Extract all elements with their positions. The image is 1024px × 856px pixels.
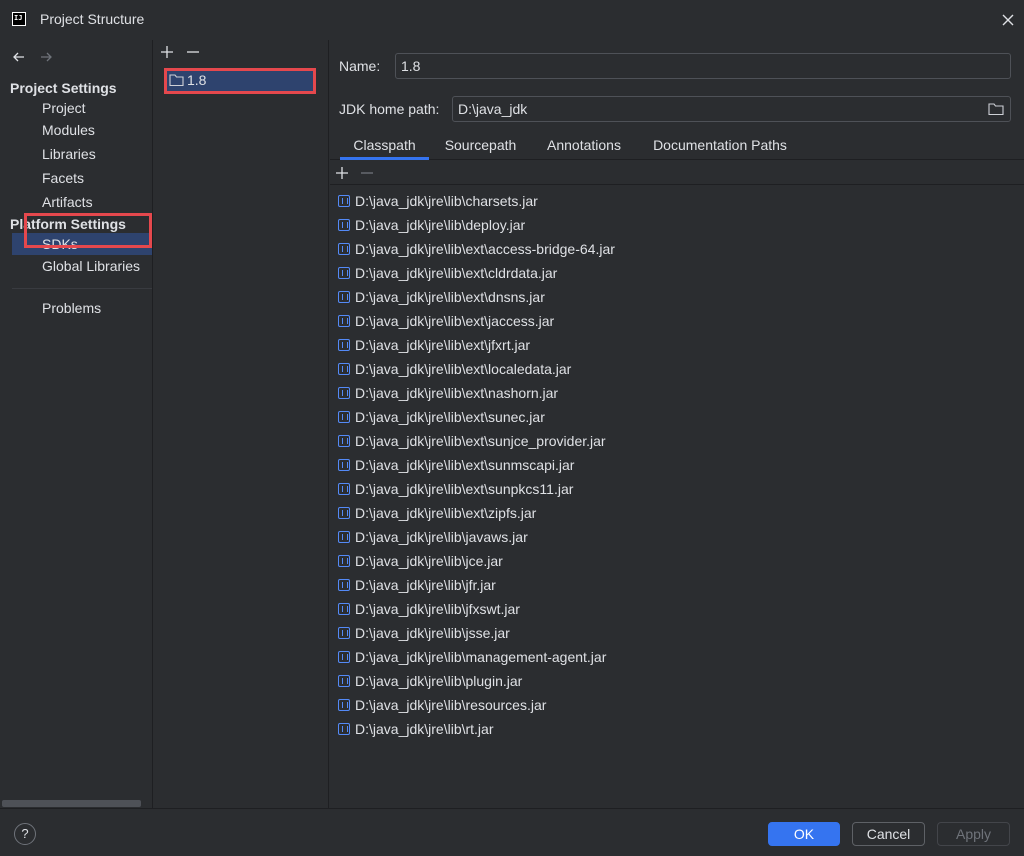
- settings-sidebar: Project Settings Project Modules Librari…: [0, 40, 153, 808]
- sidebar-item-artifacts[interactable]: Artifacts: [12, 191, 152, 213]
- classpath-row[interactable]: D:\java_jdk\jre\lib\ext\sunjce_provider.…: [338, 429, 938, 453]
- classpath-row[interactable]: D:\java_jdk\jre\lib\resources.jar: [338, 693, 938, 717]
- sdk-list-pane: 1.8: [154, 40, 329, 808]
- apply-button[interactable]: Apply: [937, 822, 1010, 846]
- remove-path-icon[interactable]: [358, 164, 376, 182]
- remove-sdk-icon[interactable]: [184, 43, 202, 61]
- sdk-item-highlight-box: [164, 68, 316, 94]
- jdk-home-path-input[interactable]: D:\java_jdk: [452, 96, 1011, 122]
- forward-arrow-icon[interactable]: [38, 49, 54, 65]
- classpath-row[interactable]: D:\java_jdk\jre\lib\management-agent.jar: [338, 645, 938, 669]
- ok-button[interactable]: OK: [768, 822, 840, 846]
- classpath-row[interactable]: D:\java_jdk\jre\lib\jce.jar: [338, 549, 938, 573]
- sidebar-item-global-libraries[interactable]: Global Libraries: [12, 255, 152, 277]
- back-arrow-icon[interactable]: [11, 49, 27, 65]
- classpath-row[interactable]: D:\java_jdk\jre\lib\ext\zipfs.jar: [338, 501, 938, 525]
- intellij-app-icon: IJ: [12, 12, 26, 26]
- classpath-row[interactable]: D:\java_jdk\jre\lib\javaws.jar: [338, 525, 938, 549]
- classpath-row[interactable]: D:\java_jdk\jre\lib\ext\localedata.jar: [338, 357, 938, 381]
- jar-file-icon: [338, 435, 350, 447]
- jar-file-icon: [338, 459, 350, 471]
- jar-file-icon: [338, 411, 350, 423]
- jar-file-icon: [338, 243, 350, 255]
- jar-file-icon: [338, 291, 350, 303]
- jar-file-icon: [338, 579, 350, 591]
- jar-file-icon: [338, 555, 350, 567]
- classpath-row[interactable]: D:\java_jdk\jre\lib\ext\jaccess.jar: [338, 309, 938, 333]
- jar-file-icon: [338, 363, 350, 375]
- sidebar-item-problems[interactable]: Problems: [12, 297, 152, 319]
- classpath-row[interactable]: D:\java_jdk\jre\lib\ext\dnsns.jar: [338, 285, 938, 309]
- classpath-row[interactable]: D:\java_jdk\jre\lib\ext\jfxrt.jar: [338, 333, 938, 357]
- classpath-row[interactable]: D:\java_jdk\jre\lib\ext\sunmscapi.jar: [338, 453, 938, 477]
- jar-file-icon: [338, 267, 350, 279]
- jar-file-icon: [338, 603, 350, 615]
- sdk-detail-pane: Name: 1.8 JDK home path: D:\java_jdk Cla…: [330, 40, 1024, 808]
- jar-file-icon: [338, 675, 350, 687]
- classpath-row[interactable]: D:\java_jdk\jre\lib\ext\nashorn.jar: [338, 381, 938, 405]
- name-input[interactable]: 1.8: [395, 53, 1011, 79]
- classpath-row[interactable]: D:\java_jdk\jre\lib\ext\sunpkcs11.jar: [338, 477, 938, 501]
- classpath-row[interactable]: D:\java_jdk\jre\lib\plugin.jar: [338, 669, 938, 693]
- tab-annotations[interactable]: Annotations: [537, 130, 631, 160]
- jar-file-icon: [338, 651, 350, 663]
- add-path-icon[interactable]: [333, 164, 351, 182]
- jar-file-icon: [338, 723, 350, 735]
- close-icon[interactable]: [998, 10, 1018, 30]
- project-settings-heading: Project Settings: [10, 80, 117, 96]
- jar-file-icon: [338, 315, 350, 327]
- tab-sourcepath[interactable]: Sourcepath: [436, 130, 525, 160]
- sidebar-horizontal-scrollbar[interactable]: [2, 800, 141, 807]
- sidebar-item-project[interactable]: Project: [12, 97, 152, 119]
- name-label: Name:: [339, 58, 381, 74]
- classpath-toolbar: [330, 161, 1024, 185]
- browse-folder-icon[interactable]: [988, 101, 1004, 117]
- jar-file-icon: [338, 339, 350, 351]
- tab-documentation-paths[interactable]: Documentation Paths: [642, 130, 798, 160]
- jar-file-icon: [338, 483, 350, 495]
- sdks-highlight-box: [24, 213, 152, 248]
- sidebar-item-modules[interactable]: Modules: [12, 119, 152, 141]
- jar-file-icon: [338, 507, 350, 519]
- jar-file-icon: [338, 387, 350, 399]
- cancel-button[interactable]: Cancel: [852, 822, 925, 846]
- jar-file-icon: [338, 627, 350, 639]
- classpath-row[interactable]: D:\java_jdk\jre\lib\charsets.jar: [338, 189, 938, 213]
- sidebar-divider: [12, 288, 152, 289]
- classpath-row[interactable]: D:\java_jdk\jre\lib\deploy.jar: [338, 213, 938, 237]
- jar-file-icon: [338, 531, 350, 543]
- classpath-row[interactable]: D:\java_jdk\jre\lib\ext\cldrdata.jar: [338, 261, 938, 285]
- sdk-tabs: Classpath Sourcepath Annotations Documen…: [330, 130, 1024, 160]
- dialog-footer: ? OK Cancel Apply: [0, 808, 1024, 856]
- classpath-row[interactable]: D:\java_jdk\jre\lib\ext\access-bridge-64…: [338, 237, 938, 261]
- classpath-row[interactable]: D:\java_jdk\jre\lib\jfxswt.jar: [338, 597, 938, 621]
- classpath-row[interactable]: D:\java_jdk\jre\lib\ext\sunec.jar: [338, 405, 938, 429]
- help-button[interactable]: ?: [14, 823, 36, 845]
- jdk-home-path-label: JDK home path:: [339, 101, 440, 117]
- sidebar-item-libraries[interactable]: Libraries: [12, 143, 152, 165]
- jdk-home-path-value: D:\java_jdk: [458, 101, 528, 117]
- tab-classpath[interactable]: Classpath: [340, 130, 429, 160]
- sidebar-item-facets[interactable]: Facets: [12, 167, 152, 189]
- jar-file-icon: [338, 699, 350, 711]
- title-bar: IJ Project Structure: [0, 0, 1024, 40]
- jar-file-icon: [338, 195, 350, 207]
- classpath-row[interactable]: D:\java_jdk\jre\lib\rt.jar: [338, 717, 938, 741]
- classpath-row[interactable]: D:\java_jdk\jre\lib\jfr.jar: [338, 573, 938, 597]
- classpath-row[interactable]: D:\java_jdk\jre\lib\jsse.jar: [338, 621, 938, 645]
- window-title: Project Structure: [40, 11, 145, 27]
- add-sdk-icon[interactable]: [158, 43, 176, 61]
- jar-file-icon: [338, 219, 350, 231]
